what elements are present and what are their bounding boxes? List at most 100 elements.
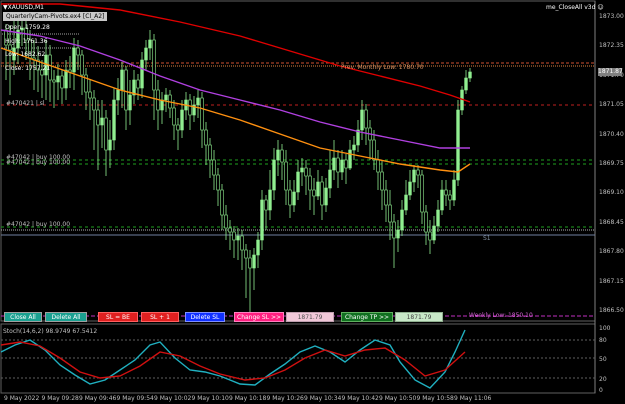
- candle-body: [188, 99, 192, 116]
- candle-body: [8, 44, 12, 51]
- candle-body: [372, 139, 376, 161]
- candle-body: [328, 169, 332, 189]
- time-tick-label: 9 May 10:42: [341, 395, 379, 402]
- candle-body: [316, 181, 320, 197]
- candle-body: [432, 225, 436, 241]
- candle-body: [284, 161, 288, 191]
- candle-body: [204, 129, 208, 146]
- candle-body: [96, 109, 100, 126]
- candle-body: [320, 181, 324, 206]
- candle-body: [296, 171, 300, 193]
- candle-body: [232, 231, 236, 241]
- candle-body: [336, 157, 340, 173]
- time-tick-label: 9 May 11:06: [454, 395, 492, 402]
- candle-body: [120, 69, 124, 91]
- candle-body: [464, 77, 468, 91]
- price-tick-label: 1870.40: [599, 130, 624, 138]
- candle-body: [280, 149, 284, 163]
- candle-body: [88, 91, 92, 99]
- price-tick-label: 1867.15: [599, 277, 624, 285]
- candle-body: [352, 144, 356, 151]
- candle-body: [252, 254, 256, 269]
- candle-body: [452, 179, 456, 201]
- price-chart[interactable]: [0, 0, 625, 404]
- candle-body: [80, 54, 84, 76]
- order-label-sl: #470421 | sl: [6, 100, 45, 107]
- delete-all-button[interactable]: Delete All: [45, 312, 87, 322]
- candle-body: [180, 109, 184, 131]
- candle-body: [60, 75, 64, 89]
- time-tick-label: 9 May 10:10: [191, 395, 229, 402]
- candle-body: [300, 167, 304, 173]
- ohlc-low: Low: 1682.62: [5, 51, 46, 58]
- candle-body: [404, 194, 408, 211]
- price-tick-label: 1873.00: [599, 13, 624, 20]
- time-tick-label: 9 May 10:58: [416, 395, 454, 402]
- candle-body: [92, 97, 96, 111]
- candle-body: [216, 174, 220, 191]
- candle-body: [176, 124, 180, 131]
- sl-value-input[interactable]: 1871.79: [286, 312, 334, 322]
- candle-body: [212, 159, 216, 176]
- candle-body: [136, 79, 140, 89]
- candle-body: [224, 214, 228, 229]
- sl-be-button[interactable]: SL = BE: [98, 312, 138, 322]
- prev-monthly-low-label: Prev. Monthly Low: 1780.70: [341, 64, 424, 71]
- candle-body: [64, 69, 68, 89]
- stoch-signal-line: [0, 341, 466, 381]
- candle-body: [148, 39, 152, 49]
- stoch-tick-label: 0: [599, 387, 603, 394]
- candle-body: [440, 189, 444, 211]
- candle-body: [256, 239, 260, 256]
- smiley-icon: ☺: [597, 4, 604, 11]
- candles-group: [4, 14, 472, 312]
- candle-body: [448, 194, 452, 201]
- change-sl-button[interactable]: Change SL >>: [234, 312, 284, 322]
- stoch-tick-label: 80: [599, 337, 607, 344]
- order-label-buy: #47042 | buy 100.00: [6, 221, 71, 228]
- candle-body: [228, 227, 232, 233]
- candle-body: [140, 59, 144, 89]
- ea-name: me_CloseAll v3d ☺: [546, 4, 604, 11]
- candle-body: [416, 169, 420, 176]
- candle-body: [324, 187, 328, 206]
- stoch-tick-label: 100: [599, 325, 611, 332]
- change-tp-button[interactable]: Change TP >>: [341, 312, 393, 322]
- candle-body: [56, 75, 60, 83]
- sl-plus-button[interactable]: SL + 1: [141, 312, 179, 322]
- price-tick-label: 1866.50: [599, 307, 624, 314]
- candle-body: [468, 71, 472, 79]
- stoch-main-line: [0, 329, 466, 389]
- delete-sl-button[interactable]: Delete SL: [185, 312, 225, 322]
- tp-value-input[interactable]: 1871.79: [395, 312, 443, 322]
- candle-body: [388, 204, 392, 223]
- candle-body: [76, 47, 80, 56]
- symbol-label: ▼XAUUSD,M1: [3, 4, 44, 11]
- candle-body: [308, 175, 312, 191]
- candle-body: [260, 199, 264, 241]
- candle-body: [104, 117, 108, 151]
- time-tick-label: 9 May 2022: [4, 395, 40, 402]
- time-tick-label: 9 May 09:28: [41, 395, 79, 402]
- candle-body: [112, 99, 116, 141]
- candle-body: [348, 149, 352, 169]
- candle-body: [304, 167, 308, 177]
- candle-body: [208, 144, 212, 161]
- close-all-button[interactable]: Close All: [4, 312, 42, 322]
- time-tick-label: 9 May 10:26: [266, 395, 304, 402]
- candle-body: [396, 229, 400, 239]
- price-tick-label: 1871.05: [599, 101, 624, 109]
- stoch-tick-label: 50: [599, 356, 607, 363]
- candle-body: [392, 221, 396, 239]
- candle-body: [196, 97, 200, 106]
- candle-body: [116, 89, 120, 101]
- candle-body: [292, 191, 296, 206]
- candle-body: [248, 257, 252, 269]
- s1-label: S1: [483, 235, 491, 242]
- candle-body: [264, 199, 268, 211]
- price-tick-label: 1868.45: [599, 218, 624, 226]
- candle-body: [268, 189, 272, 211]
- candle-body: [220, 189, 224, 216]
- candle-body: [272, 159, 276, 191]
- price-tick-label: 1867.80: [599, 248, 624, 256]
